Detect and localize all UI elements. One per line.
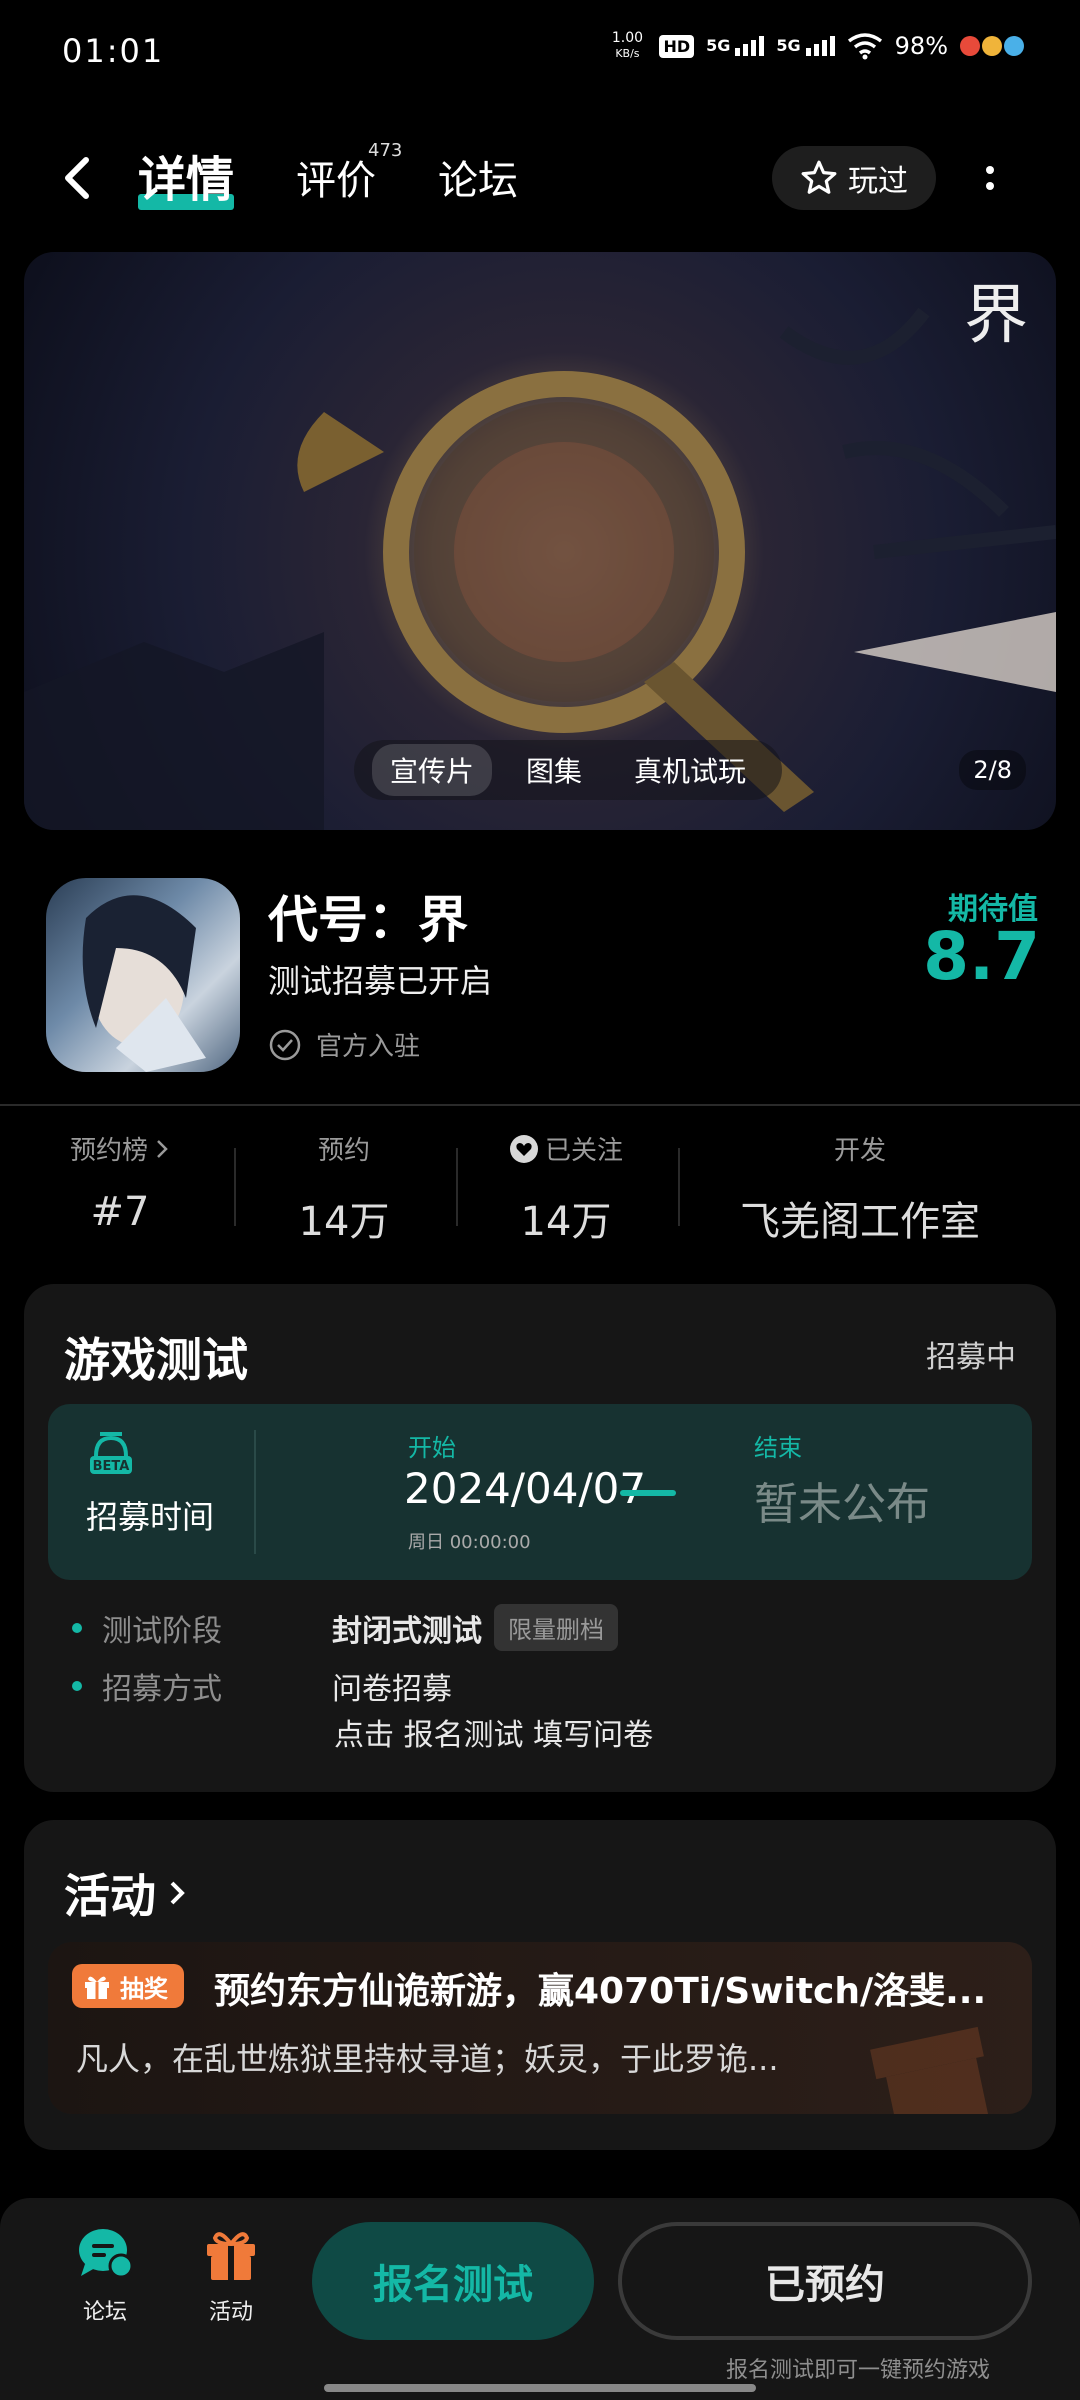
network-speed: 1.00 KB/s (611, 30, 644, 60)
stage-tag: 限量删档 (494, 1604, 618, 1651)
box-divider (254, 1430, 256, 1554)
start-label: 开始 (408, 1434, 456, 1462)
review-count: 473 (368, 140, 403, 161)
stat-developer[interactable]: 开发 飞羌阁工作室 (700, 1130, 1020, 1247)
start-time: 周日 00:00:00 (408, 1532, 531, 1553)
gift-watermark-icon (870, 2026, 991, 2114)
media-tabs: 宣传片 图集 真机试玩 (354, 740, 783, 800)
status-bar: 01:01 1.00 KB/s HD 5G 5G 98% (0, 0, 1080, 104)
status-icons: 1.00 KB/s HD 5G 5G 98% (607, 30, 1024, 62)
media-tab-gallery[interactable]: 图集 (508, 744, 600, 796)
recruit-time-label: 招募时间 (86, 1498, 215, 1536)
chevron-right-icon (170, 1881, 185, 1905)
signup-test-button[interactable]: 报名测试 (312, 2222, 594, 2340)
svg-text:BETA: BETA (93, 1459, 130, 1474)
activity-title[interactable]: 活动 (64, 1860, 188, 1926)
stat-reserve: 预约 14万 (298, 1136, 390, 1245)
more-options-icon[interactable] (970, 152, 1010, 204)
lottery-badge: 抽奖 (72, 1964, 184, 2008)
stat-rank[interactable]: 预约榜 #7 (40, 1130, 200, 1235)
gift-icon (207, 2232, 255, 2280)
tab-forum[interactable]: 论坛 (438, 148, 518, 206)
game-test-card: 游戏测试 招募中 BETA 招募时间 开始 2024/04/07 周日 00:0… (24, 1284, 1056, 1792)
stat-divider (678, 1148, 680, 1226)
tab-detail[interactable]: 详情 (138, 140, 235, 210)
bottom-action-bar: 论坛 活动 报名测试 已预约 报名测试即可一键预约游戏 (0, 2198, 1080, 2400)
signup-hint: 报名测试即可一键预约游戏 (726, 2358, 991, 2383)
tab-review[interactable]: 评价 (296, 148, 376, 206)
game-title: 代号：界 (268, 891, 468, 949)
check-circle-icon (269, 1029, 301, 1060)
divider (0, 1104, 1080, 1106)
wifi-icon (847, 33, 882, 60)
reserved-button[interactable]: 已预约 (618, 2222, 1032, 2340)
expect-value: 8.7 (923, 918, 1040, 995)
media-banner[interactable]: 界 宣传片 图集 真机试玩 2/8 (24, 252, 1056, 830)
arrow-right-icon (620, 1490, 676, 1496)
end-label: 结束 (754, 1434, 802, 1462)
status-time: 01:01 (62, 32, 165, 70)
back-icon[interactable] (52, 152, 104, 204)
media-tab-gameplay[interactable]: 真机试玩 (616, 744, 764, 796)
bullet-icon (72, 1622, 82, 1633)
star-icon (801, 160, 837, 194)
game-subtitle: 测试招募已开启 (268, 962, 493, 1000)
activity-item[interactable]: 抽奖 预约东方仙诡新游，赢4070Ti/Switch/洛斐... 凡人，在乱世炼… (48, 1942, 1032, 2114)
bottom-forum-button[interactable]: 论坛 (60, 2226, 150, 2326)
hd-icon: HD (659, 34, 695, 58)
played-button[interactable]: 玩过 (772, 146, 936, 210)
test-stage-row: 测试阶段 封闭式测试 限量删档 (72, 1604, 618, 1651)
bottom-activity-button[interactable]: 活动 (186, 2226, 276, 2326)
stats-row: 预约榜 #7 预约 14万 已关注 14万 开发 飞羌阁工作室 (0, 1130, 1080, 1245)
bullet-icon (72, 1681, 82, 1691)
end-date: 暂未公布 (754, 1479, 930, 1530)
game-logo: 界 (964, 279, 1028, 353)
media-tab-trailer[interactable]: 宣传片 (372, 744, 493, 796)
game-icon (46, 878, 240, 1072)
chevron-right-icon (157, 1139, 168, 1158)
banner-counter: 2/8 (959, 750, 1026, 790)
activity-card: 活动 抽奖 预约东方仙诡新游，赢4070Ti/Switch/洛斐... 凡人，在… (24, 1820, 1056, 2150)
home-indicator[interactable] (324, 2384, 756, 2392)
top-nav: 详情 评价 473 论坛 玩过 (0, 130, 1080, 226)
signal-icon: 5G (776, 36, 835, 56)
heart-icon (509, 1134, 538, 1163)
test-card-title: 游戏测试 (64, 1333, 248, 1387)
chat-bubble-icon (79, 2229, 134, 2279)
signal-icon: 5G (706, 36, 765, 56)
recruit-time-box: BETA 招募时间 开始 2024/04/07 周日 00:00:00 结束 暂… (48, 1404, 1032, 1580)
stat-follow[interactable]: 已关注 14万 (486, 1130, 646, 1247)
official-badge: 官方入驻 (268, 1026, 420, 1063)
stat-divider (456, 1148, 458, 1226)
battery-level: 98% (894, 32, 948, 60)
stat-divider (234, 1148, 236, 1226)
activity-description: 凡人，在乱世炼狱里持杖寻道；妖灵，于此罗诡... (76, 2040, 779, 2078)
recruit-method-row: 招募方式 问卷招募 (72, 1664, 452, 1708)
recruit-method-hint[interactable]: 点击 报名测试 填写问卷 (334, 1710, 653, 1754)
beta-icon: BETA (90, 1432, 132, 1474)
game-icon-art (82, 895, 206, 1072)
start-date: 2024/04/07 (404, 1464, 647, 1513)
flower-icon (960, 36, 1024, 56)
recruit-status: 招募中 (926, 1340, 1016, 1375)
gift-icon (85, 1976, 109, 1999)
